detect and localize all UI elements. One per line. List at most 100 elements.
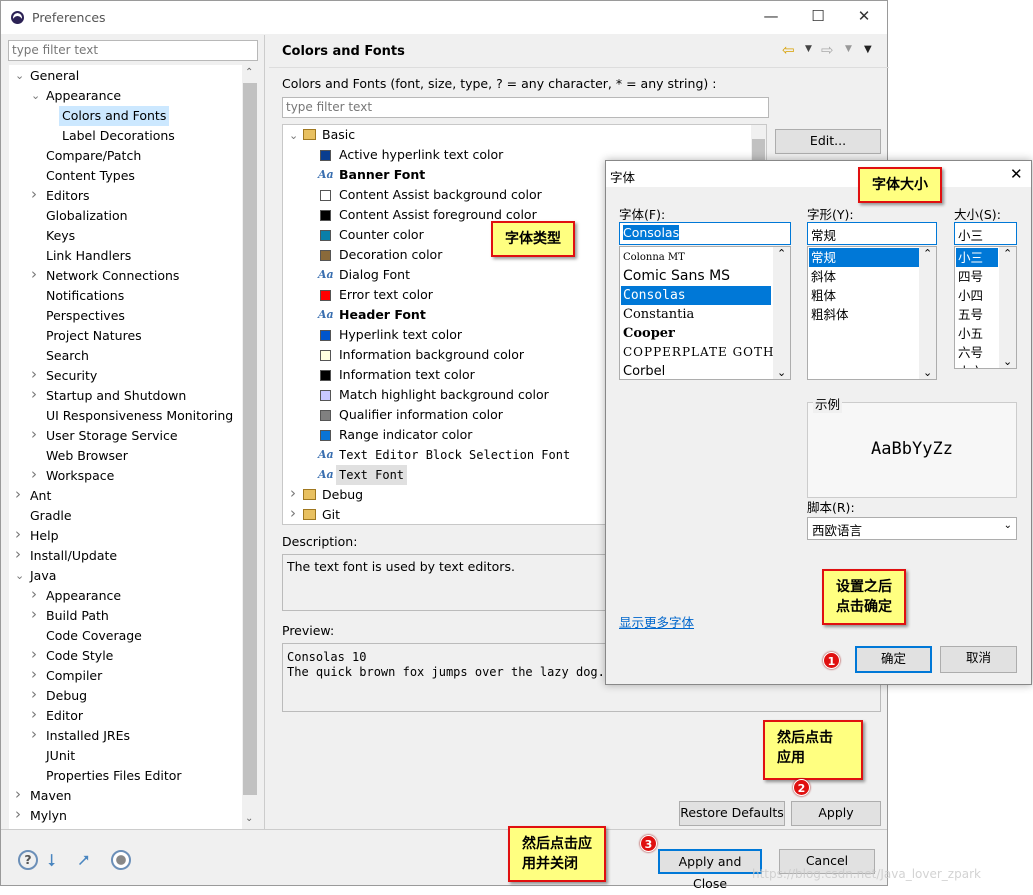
size-input[interactable]: 小三 bbox=[954, 222, 1017, 245]
list-item[interactable]: Consolas bbox=[621, 286, 771, 305]
chevron-right-icon[interactable]: › bbox=[31, 425, 37, 443]
sidebar-item[interactable]: Java bbox=[27, 566, 59, 586]
tree-item[interactable]: Decoration color bbox=[336, 245, 445, 265]
list-item[interactable]: 斜体 bbox=[809, 267, 919, 286]
font-filter-input[interactable]: type filter text bbox=[282, 97, 769, 118]
list-scrollbar[interactable]: ⌃ ⌄ bbox=[919, 247, 936, 379]
sidebar-item[interactable]: Keys bbox=[43, 226, 78, 246]
tree-item[interactable]: Match highlight background color bbox=[336, 385, 552, 405]
export-icon[interactable]: ⭧ bbox=[78, 851, 89, 871]
chevron-right-icon[interactable]: › bbox=[15, 525, 21, 543]
tree-item[interactable]: Debug bbox=[322, 485, 363, 505]
scroll-down-icon[interactable]: ⌄ bbox=[245, 813, 253, 824]
sidebar-item[interactable]: Label Decorations bbox=[59, 126, 178, 146]
chevron-right-icon[interactable]: › bbox=[15, 785, 21, 803]
restore-defaults-button[interactable]: Restore Defaults bbox=[679, 801, 785, 826]
list-scrollbar[interactable]: ⌃ ⌄ bbox=[773, 247, 790, 379]
chevron-right-icon[interactable]: › bbox=[290, 484, 296, 502]
record-icon[interactable] bbox=[111, 850, 131, 870]
font-list[interactable]: Colonna MT Comic Sans MS Consolas Constanti… bbox=[619, 246, 791, 380]
sidebar-item[interactable]: Search bbox=[43, 346, 92, 366]
pane-divider[interactable] bbox=[264, 35, 265, 829]
view-menu-icon[interactable]: ▼ bbox=[864, 44, 872, 55]
scroll-up-icon[interactable]: ⌃ bbox=[923, 247, 932, 260]
tree-item[interactable]: Hyperlink text color bbox=[336, 325, 465, 345]
tree-item[interactable]: Dialog Font bbox=[336, 265, 413, 285]
list-scrollbar[interactable]: ⌃ ⌄ bbox=[999, 247, 1016, 368]
sidebar-item[interactable]: Ant bbox=[27, 486, 54, 506]
list-item[interactable]: 小四 bbox=[956, 286, 998, 305]
scroll-up-icon[interactable]: ⌃ bbox=[245, 67, 253, 78]
sidebar-item[interactable]: Debug bbox=[43, 686, 90, 706]
sidebar-item[interactable]: Security bbox=[43, 366, 100, 386]
chevron-right-icon[interactable]: › bbox=[31, 465, 37, 483]
tree-item[interactable]: Banner Font bbox=[336, 165, 428, 185]
chevron-right-icon[interactable]: › bbox=[31, 725, 37, 743]
list-item[interactable]: 常规 bbox=[809, 248, 919, 267]
sidebar-item[interactable]: Code Style bbox=[43, 646, 116, 666]
chevron-down-icon[interactable]: ⌄ bbox=[31, 89, 40, 102]
sidebar-item[interactable]: JUnit bbox=[43, 746, 78, 766]
sidebar-item[interactable]: Help bbox=[27, 526, 62, 546]
sidebar-item[interactable]: Gradle bbox=[27, 506, 75, 526]
tree-item-basic[interactable]: Basic bbox=[322, 125, 355, 145]
tree-item[interactable]: Information background color bbox=[336, 345, 527, 365]
minimize-button[interactable]: — bbox=[751, 7, 791, 25]
tree-item[interactable]: Error text color bbox=[336, 285, 436, 305]
sidebar-item[interactable]: Project Natures bbox=[43, 326, 145, 346]
scroll-down-icon[interactable]: ⌄ bbox=[923, 366, 932, 379]
scroll-up-icon[interactable]: ⌃ bbox=[777, 247, 786, 260]
tree-item[interactable]: Text Editor Block Selection Font bbox=[336, 445, 573, 465]
sidebar-item[interactable]: General bbox=[27, 66, 82, 86]
sidebar-item[interactable]: Compiler bbox=[43, 666, 105, 686]
chevron-right-icon[interactable]: › bbox=[15, 485, 21, 503]
chevron-right-icon[interactable]: › bbox=[15, 805, 21, 823]
list-item[interactable]: Colonna MT bbox=[621, 248, 771, 267]
sidebar-item[interactable]: Code Coverage bbox=[43, 626, 145, 646]
sidebar-item[interactable]: Perspectives bbox=[43, 306, 128, 326]
sidebar-item[interactable]: Compare/Patch bbox=[43, 146, 144, 166]
scroll-down-icon[interactable]: ⌄ bbox=[1003, 355, 1012, 368]
edit-button[interactable]: Edit... bbox=[775, 129, 881, 154]
sidebar-item[interactable]: UI Responsiveness Monitoring bbox=[43, 406, 236, 426]
sidebar-item[interactable]: Content Types bbox=[43, 166, 138, 186]
style-list[interactable]: 常规 斜体 粗体 粗斜体 ⌃ ⌄ bbox=[807, 246, 937, 380]
sidebar-item[interactable]: Network Connections bbox=[43, 266, 182, 286]
more-fonts-link[interactable]: 显示更多字体 bbox=[619, 612, 694, 631]
list-item[interactable]: 粗斜体 bbox=[809, 305, 919, 324]
style-input[interactable]: 常规 bbox=[807, 222, 937, 245]
sidebar-item[interactable]: Mylyn bbox=[27, 806, 70, 826]
size-list[interactable]: 小三四号小四五号小五六号小六⌃⌄ bbox=[954, 246, 1017, 369]
tree-item[interactable]: Git bbox=[322, 505, 340, 524]
sidebar-item[interactable]: Notifications bbox=[43, 286, 127, 306]
list-item[interactable]: Cooper bbox=[621, 324, 771, 343]
chevron-right-icon[interactable]: › bbox=[31, 365, 37, 383]
tree-item[interactable]: Content Assist background color bbox=[336, 185, 545, 205]
chevron-right-icon[interactable]: › bbox=[31, 665, 37, 683]
sidebar-item[interactable]: Maven bbox=[27, 786, 74, 806]
maximize-button[interactable]: ☐ bbox=[798, 7, 838, 25]
list-item[interactable]: Corbel bbox=[621, 362, 771, 379]
chevron-right-icon[interactable]: › bbox=[31, 385, 37, 403]
chevron-right-icon[interactable]: › bbox=[31, 185, 37, 203]
apply-button[interactable]: Apply bbox=[791, 801, 881, 826]
scroll-thumb[interactable] bbox=[243, 83, 257, 795]
sidebar-item[interactable]: Web Browser bbox=[43, 446, 131, 466]
tree-item[interactable]: Range indicator color bbox=[336, 425, 475, 445]
chevron-right-icon[interactable]: › bbox=[31, 685, 37, 703]
script-select[interactable]: 西欧语言 ⌄ bbox=[807, 517, 1017, 540]
sidebar-item[interactable]: Editor bbox=[43, 706, 86, 726]
tree-item[interactable]: Active hyperlink text color bbox=[336, 145, 506, 165]
chevron-right-icon[interactable]: › bbox=[15, 545, 21, 563]
ok-button[interactable]: 确定 bbox=[855, 646, 932, 673]
sidebar-item[interactable]: Link Handlers bbox=[43, 246, 134, 266]
sidebar-item[interactable]: Installed JREs bbox=[43, 726, 133, 746]
tree-scrollbar[interactable]: ⌃ ⌄ bbox=[242, 65, 258, 829]
sidebar-item[interactable]: User Storage Service bbox=[43, 426, 181, 446]
list-item[interactable]: 五号 bbox=[956, 305, 998, 324]
chevron-right-icon[interactable]: › bbox=[31, 605, 37, 623]
sidebar-item[interactable]: Workspace bbox=[43, 466, 117, 486]
list-item[interactable]: 小三 bbox=[956, 248, 998, 267]
forward-menu-icon[interactable]: ▼ bbox=[845, 44, 852, 54]
tree-item[interactable]: Counter color bbox=[336, 225, 427, 245]
